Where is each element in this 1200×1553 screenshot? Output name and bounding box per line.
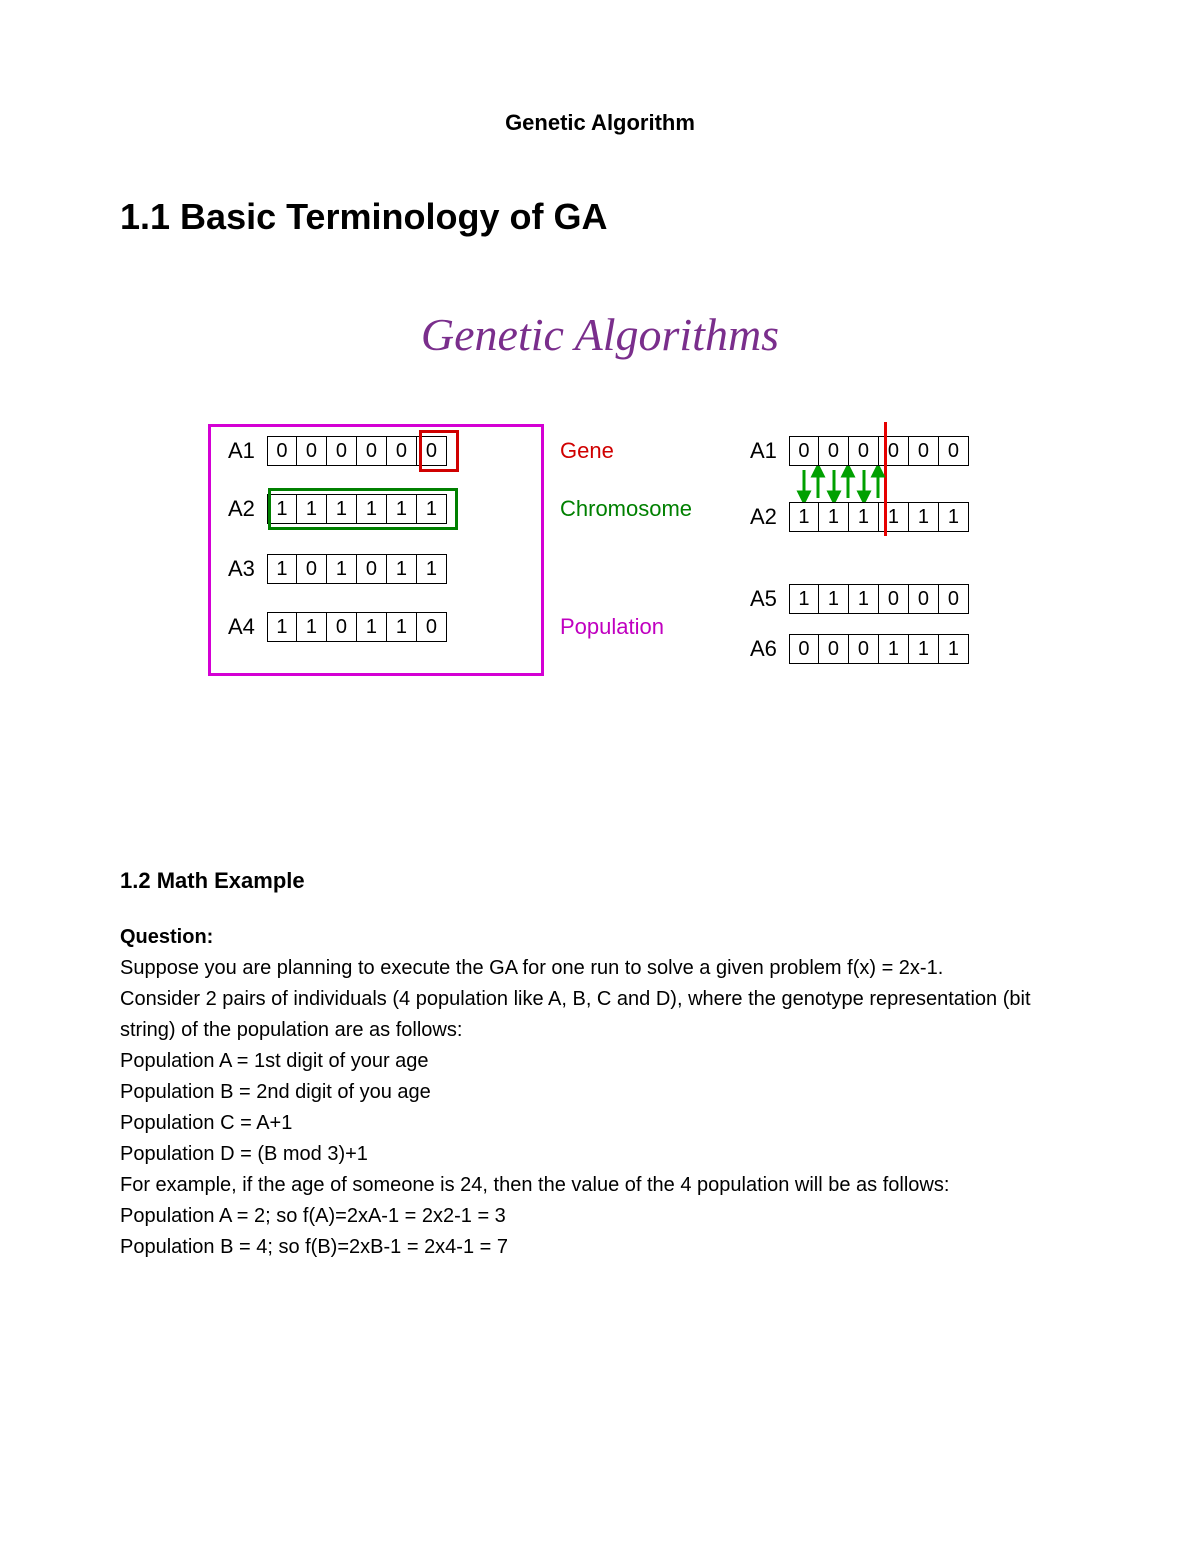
crossover-row-a2: A2 1 1 1 1 1 1	[750, 502, 969, 532]
gene-cell: 0	[939, 436, 969, 466]
gene-cell: 1	[819, 584, 849, 614]
gene-cell: 0	[327, 612, 357, 642]
gene-cell: 0	[789, 436, 819, 466]
row-label: A5	[750, 586, 777, 612]
row-label: A4	[228, 614, 255, 640]
question-block: Question: Suppose you are planning to ex…	[120, 922, 1080, 1263]
gene-cell: 0	[939, 584, 969, 614]
gene-cell: 1	[939, 502, 969, 532]
chromosome-row-a3: A3 1 0 1 0 1 1	[228, 554, 447, 584]
gene-cell: 0	[327, 436, 357, 466]
figure-title: Genetic Algorithms	[170, 308, 1030, 361]
gene-cell: 1	[939, 634, 969, 664]
document-title: Genetic Algorithm	[120, 110, 1080, 136]
gene-cell: 0	[849, 634, 879, 664]
gene-cell: 0	[357, 436, 387, 466]
crossover-row-a5: A5 1 1 1 0 0 0	[750, 584, 969, 614]
gene-cell: 1	[387, 554, 417, 584]
body-line: Population D = (B mod 3)+1	[120, 1139, 1080, 1170]
crossover-row-a1: A1 0 0 0 0 0 0	[750, 436, 969, 466]
crossover-row-a6: A6 0 0 0 1 1 1	[750, 634, 969, 664]
body-line: Suppose you are planning to execute the …	[120, 953, 1080, 984]
row-label: A1	[228, 438, 255, 464]
section-heading-1-1: 1.1 Basic Terminology of GA	[120, 196, 1080, 238]
chromosome-row-a1: A1 0 0 0 0 0 0	[228, 436, 447, 466]
question-label: Question:	[120, 926, 213, 948]
gene-cell: 0	[849, 436, 879, 466]
body-line: Population B = 2nd digit of you age	[120, 1077, 1080, 1108]
gene-cells: 0 0 0 0 0 0	[789, 436, 969, 466]
label-population: Population	[560, 614, 664, 640]
body-line: Consider 2 pairs of individuals (4 popul…	[120, 984, 1080, 1046]
gene-cell: 0	[267, 436, 297, 466]
gene-cell: 1	[297, 612, 327, 642]
crossover-arrows-icon	[796, 466, 886, 502]
gene-cell: 1	[417, 554, 447, 584]
gene-cell: 1	[267, 612, 297, 642]
gene-cell: 0	[789, 634, 819, 664]
chromosome-row-a4: A4 1 1 0 1 1 0	[228, 612, 447, 642]
gene-cell: 0	[417, 612, 447, 642]
gene-cells: 1 1 1 0 0 0	[789, 584, 969, 614]
gene-cell: 0	[819, 634, 849, 664]
gene-cell: 1	[789, 584, 819, 614]
gene-cell: 1	[849, 502, 879, 532]
row-label: A3	[228, 556, 255, 582]
gene-cell: 1	[909, 634, 939, 664]
body-line: Population A = 1st digit of your age	[120, 1046, 1080, 1077]
gene-cell: 1	[819, 502, 849, 532]
gene-cells: 1 1 1 1 1 1	[789, 502, 969, 532]
gene-cell: 1	[879, 634, 909, 664]
gene-cells: 1 1 0 1 1 0	[267, 612, 447, 642]
body-line: Population C = A+1	[120, 1108, 1080, 1139]
gene-cell: 0	[909, 584, 939, 614]
chromosome-highlight-box	[268, 488, 458, 530]
gene-cell: 0	[357, 554, 387, 584]
gene-cell: 1	[849, 584, 879, 614]
gene-cell: 0	[819, 436, 849, 466]
gene-cell: 0	[879, 584, 909, 614]
gene-cell: 1	[267, 554, 297, 584]
document-page: Genetic Algorithm 1.1 Basic Terminology …	[0, 0, 1200, 1553]
section-heading-1-2: 1.2 Math Example	[120, 868, 1080, 894]
gene-cell: 1	[387, 612, 417, 642]
row-label: A2	[228, 496, 255, 522]
label-gene: Gene	[560, 438, 614, 464]
gene-cell: 1	[909, 502, 939, 532]
label-chromosome: Chromosome	[560, 496, 692, 522]
gene-cell: 0	[387, 436, 417, 466]
gene-cell: 1	[357, 612, 387, 642]
gene-highlight-box	[419, 430, 459, 472]
gene-cell: 1	[327, 554, 357, 584]
gene-cell: 0	[297, 554, 327, 584]
gene-cells: 0 0 0 1 1 1	[789, 634, 969, 664]
gene-cell: 1	[789, 502, 819, 532]
ga-terminology-figure: Genetic Algorithms A1 0 0 0 0 0 0 A2 1 1…	[170, 308, 1030, 788]
row-label: A2	[750, 504, 777, 530]
body-line: Population A = 2; so f(A)=2xA-1 = 2x2-1 …	[120, 1201, 1080, 1232]
gene-cells: 1 0 1 0 1 1	[267, 554, 447, 584]
row-label: A1	[750, 438, 777, 464]
gene-cell: 0	[909, 436, 939, 466]
body-line: For example, if the age of someone is 24…	[120, 1170, 1080, 1201]
gene-cell: 0	[297, 436, 327, 466]
row-label: A6	[750, 636, 777, 662]
body-line: Population B = 4; so f(B)=2xB-1 = 2x4-1 …	[120, 1232, 1080, 1263]
